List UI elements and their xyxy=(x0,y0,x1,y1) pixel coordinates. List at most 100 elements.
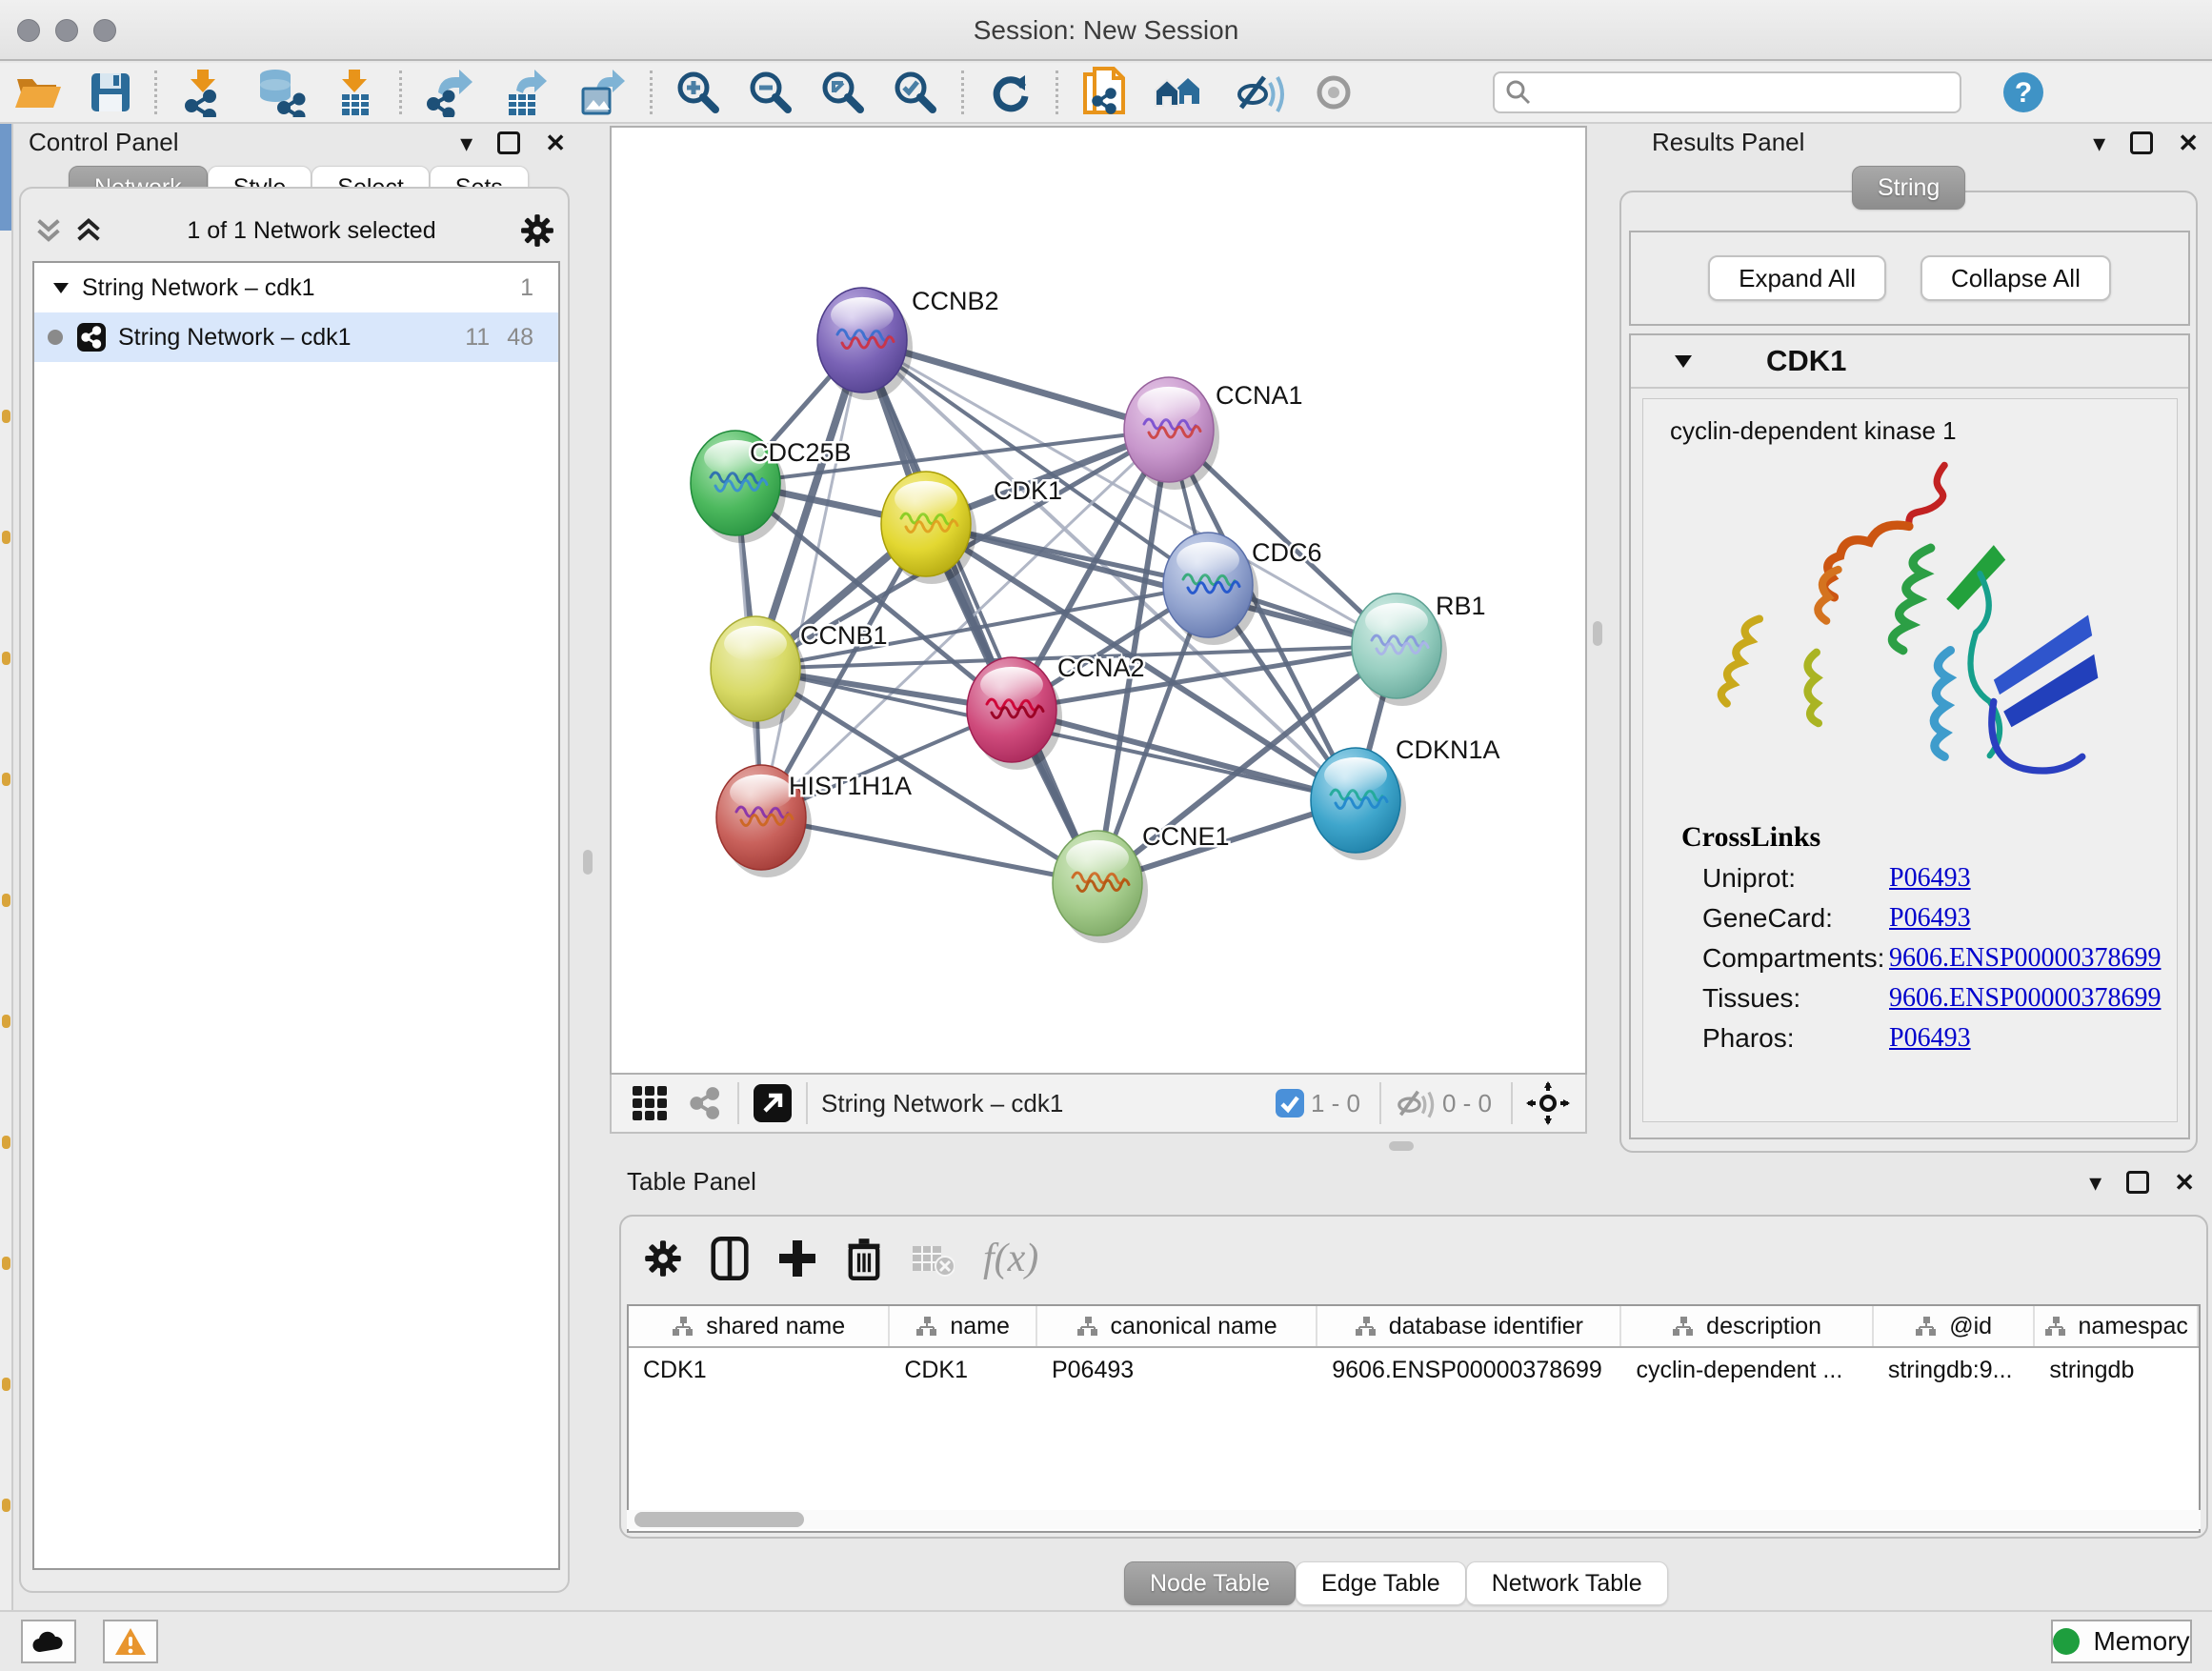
node-CCNB2[interactable] xyxy=(817,288,913,400)
crosslink-row: GeneCard:P06493 xyxy=(1702,903,2177,934)
panel-menu-icon[interactable]: ▾ xyxy=(2089,1170,2101,1195)
node-RB1[interactable] xyxy=(1352,594,1447,706)
node-table[interactable]: shared namenamecanonical namedatabase id… xyxy=(627,1304,2201,1533)
panel-menu-icon[interactable]: ▾ xyxy=(2093,131,2105,155)
collapse-all-button[interactable]: Collapse All xyxy=(1920,255,2111,301)
zoom-fit-button[interactable] xyxy=(807,66,879,119)
crosslink-link[interactable]: P06493 xyxy=(1889,1023,1971,1054)
import-network-button[interactable] xyxy=(167,66,241,119)
node-CDC6[interactable] xyxy=(1163,533,1258,645)
help-button[interactable]: ? xyxy=(1988,66,2059,119)
share-network-button[interactable] xyxy=(1068,66,1140,119)
pan-crosshair-icon[interactable] xyxy=(1526,1081,1570,1125)
table-cell[interactable]: P06493 xyxy=(1037,1348,1317,1392)
table-row[interactable]: CDK1CDK1P064939606.ENSP00000378699cyclin… xyxy=(629,1348,2199,1392)
refresh-button[interactable] xyxy=(974,66,1046,119)
column-header-shared-name[interactable]: shared name xyxy=(629,1306,890,1346)
search-input[interactable] xyxy=(1533,78,1960,107)
float-panel-icon[interactable] xyxy=(2130,131,2153,154)
edge-CCNB2-HIST1H1A[interactable] xyxy=(761,340,862,817)
birds-eye-view-icon[interactable] xyxy=(753,1083,793,1123)
import-network-from-database-button[interactable] xyxy=(241,66,319,119)
bottom-splitter-handle[interactable] xyxy=(1389,1141,1414,1151)
network-graph[interactable]: CCNB2CCNA1CDC25BCDK1CDC6RB1CCNB1CCNA2CDK… xyxy=(612,128,1585,1073)
network-canvas[interactable]: CCNB2CCNA1CDC25BCDK1CDC6RB1CCNB1CCNA2CDK… xyxy=(610,126,1587,1075)
main-toolbar: ? xyxy=(0,63,2212,124)
share-view-icon[interactable] xyxy=(686,1084,724,1122)
node-label-CDKN1A: CDKN1A xyxy=(1396,735,1500,764)
gene-description: cyclin-dependent kinase 1 xyxy=(1670,416,2177,446)
collapse-all-icon[interactable] xyxy=(34,216,63,245)
crosslink-link[interactable]: 9606.ENSP00000378699 xyxy=(1889,943,2161,974)
window-title: Session: New Session xyxy=(0,0,2212,61)
crosslink-label: Pharos: xyxy=(1702,1023,1889,1054)
gene-section-header[interactable]: CDK1 xyxy=(1631,335,2188,389)
close-panel-icon[interactable]: ✕ xyxy=(2174,1170,2195,1195)
crosslink-link[interactable]: P06493 xyxy=(1889,863,1971,894)
import-database-icon xyxy=(254,68,306,117)
column-header-description[interactable]: description xyxy=(1621,1306,1873,1346)
node-CDK1[interactable] xyxy=(881,472,976,584)
column-type-icon xyxy=(672,1317,694,1336)
table-cell[interactable]: stringdb xyxy=(2035,1348,2199,1392)
tab-string[interactable]: String xyxy=(1852,166,1965,210)
save-session-button[interactable] xyxy=(76,66,145,119)
network-collection-row[interactable]: String Network – cdk1 1 xyxy=(34,263,558,312)
panel-menu-icon[interactable]: ▾ xyxy=(460,131,473,155)
export-network-button[interactable] xyxy=(412,66,488,119)
show-columns-icon[interactable] xyxy=(711,1237,749,1280)
table-cell[interactable]: stringdb:9... xyxy=(1874,1348,2036,1392)
column-header-database-identifier[interactable]: database identifier xyxy=(1317,1306,1621,1346)
close-panel-icon[interactable]: ✕ xyxy=(545,131,566,155)
export-table-button[interactable] xyxy=(488,66,564,119)
column-header-name[interactable]: name xyxy=(890,1306,1037,1346)
table-cell[interactable]: 9606.ENSP00000378699 xyxy=(1317,1348,1621,1392)
node-CDKN1A[interactable] xyxy=(1311,748,1406,860)
import-table-button[interactable] xyxy=(319,66,390,119)
column-header-canonical-name[interactable]: canonical name xyxy=(1037,1306,1317,1346)
warnings-button[interactable] xyxy=(103,1620,158,1663)
hide-unhide-button[interactable] xyxy=(1222,66,1298,119)
tab-network-table[interactable]: Network Table xyxy=(1466,1561,1668,1605)
float-panel-icon[interactable] xyxy=(497,131,520,154)
export-image-button[interactable] xyxy=(564,66,640,119)
horizontal-scrollbar[interactable] xyxy=(627,1510,2201,1529)
cloud-status-button[interactable] xyxy=(21,1620,76,1663)
right-splitter-handle[interactable] xyxy=(1593,621,1602,646)
grid-view-icon[interactable] xyxy=(629,1082,671,1124)
zoom-out-button[interactable] xyxy=(734,66,807,119)
tab-edge-table[interactable]: Edge Table xyxy=(1296,1561,1466,1605)
delete-column-icon[interactable] xyxy=(846,1237,882,1280)
table-cell[interactable]: cyclin-dependent ... xyxy=(1621,1348,1873,1392)
table-cell[interactable]: CDK1 xyxy=(890,1348,1037,1392)
section-collapse-icon[interactable] xyxy=(1675,355,1692,368)
gear-icon[interactable] xyxy=(520,213,554,248)
close-panel-icon[interactable]: ✕ xyxy=(2178,131,2199,155)
memory-button[interactable]: Memory xyxy=(2051,1620,2192,1663)
node-CCNA2[interactable] xyxy=(967,657,1062,770)
expand-all-button[interactable]: Expand All xyxy=(1708,255,1886,301)
column-header-namespac[interactable]: namespac xyxy=(2035,1306,2199,1346)
crosslink-link[interactable]: 9606.ENSP00000378699 xyxy=(1889,983,2161,1014)
zoom-in-button[interactable] xyxy=(662,66,734,119)
scrollbar-thumb[interactable] xyxy=(634,1512,804,1527)
edge-CDK1-RB1[interactable] xyxy=(926,524,1397,646)
table-cell[interactable]: CDK1 xyxy=(629,1348,890,1392)
node-CCNE1[interactable] xyxy=(1053,831,1148,943)
zoom-selected-button[interactable] xyxy=(879,66,952,119)
node-CCNA1[interactable] xyxy=(1124,377,1219,490)
toolbar-search[interactable] xyxy=(1493,71,1961,113)
homes-button[interactable] xyxy=(1140,66,1222,119)
network-row[interactable]: String Network – cdk1 11 48 xyxy=(34,312,558,362)
show-graphics-button[interactable] xyxy=(1298,66,1369,119)
left-splitter-handle[interactable] xyxy=(583,850,593,875)
column-header--id[interactable]: @id xyxy=(1874,1306,2036,1346)
expand-all-icon[interactable] xyxy=(74,216,103,245)
add-column-icon[interactable] xyxy=(777,1238,817,1278)
crosslink-link[interactable]: P06493 xyxy=(1889,903,1971,934)
tab-node-table[interactable]: Node Table xyxy=(1124,1561,1296,1605)
open-session-button[interactable] xyxy=(0,66,76,119)
float-panel-icon[interactable] xyxy=(2126,1171,2149,1194)
collection-expand-icon[interactable] xyxy=(53,283,69,293)
table-settings-gear-icon[interactable] xyxy=(644,1239,682,1278)
